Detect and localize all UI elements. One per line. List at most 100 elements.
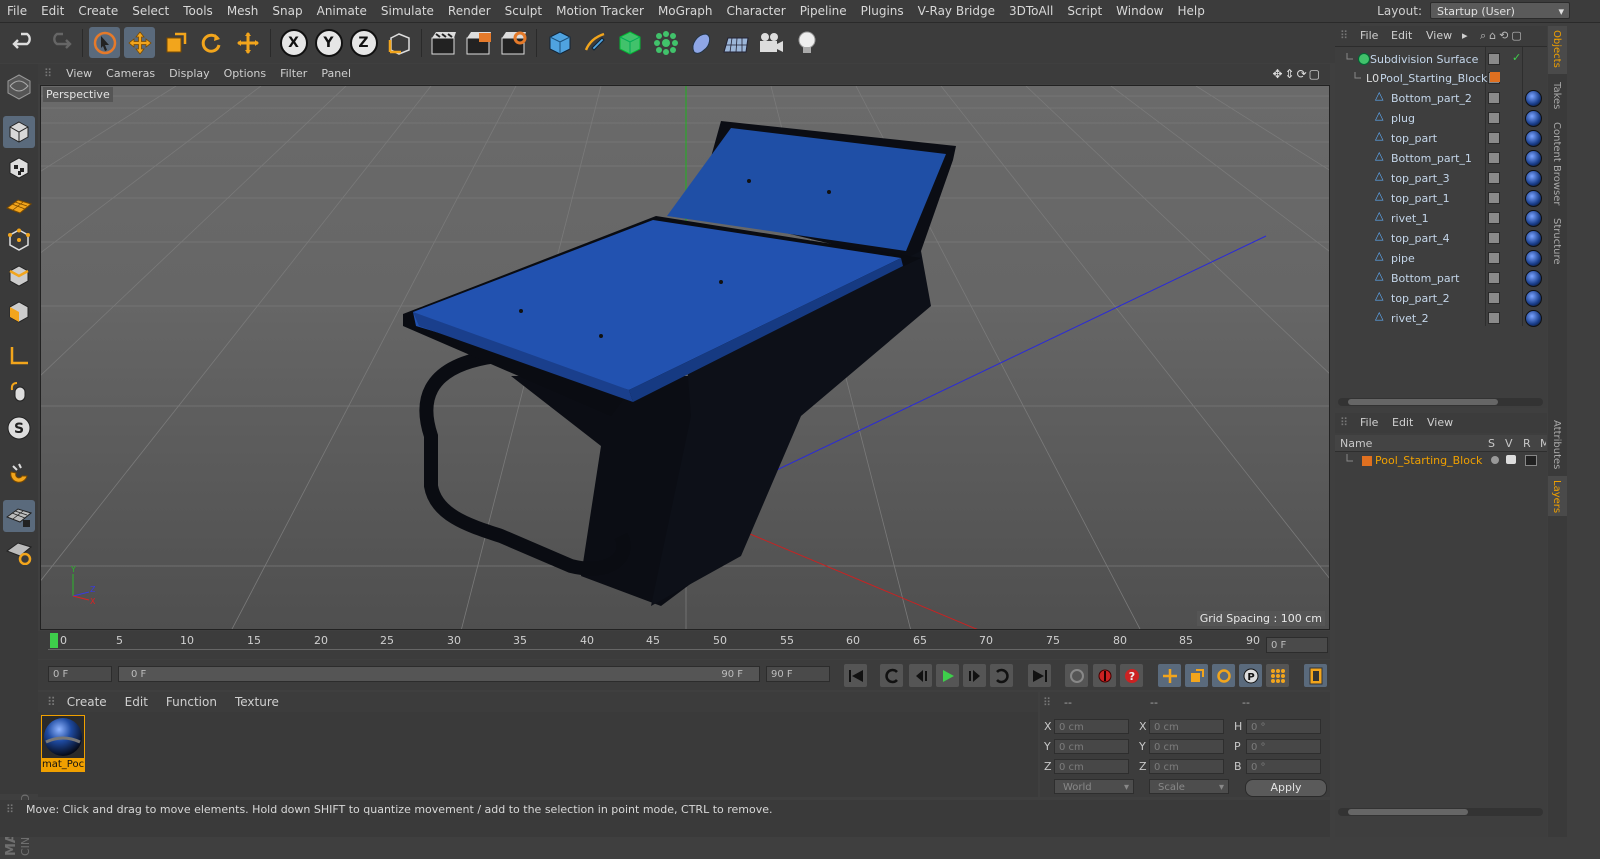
polygons-mode-icon[interactable]	[3, 296, 35, 328]
object-row-pool-starting-block[interactable]: L0 Pool_Starting_Block	[1335, 68, 1547, 88]
objects-menu-edit[interactable]: Edit	[1391, 26, 1412, 46]
side-tab-attributes[interactable]: Attributes	[1548, 416, 1567, 472]
redo-icon[interactable]	[44, 27, 75, 58]
object-row[interactable]: △ plug	[1335, 108, 1547, 128]
material-tag-icon[interactable]	[1525, 130, 1542, 147]
3d-viewport[interactable]: Y Z X Perspective Grid Spacing : 100 cm	[40, 85, 1330, 630]
key-parameter-icon[interactable]: P	[1239, 664, 1262, 687]
locked-workplane-icon[interactable]	[3, 536, 35, 568]
material-menu-texture[interactable]: Texture	[226, 692, 288, 712]
scrollbar-thumb[interactable]	[1348, 809, 1468, 815]
go-to-start-icon[interactable]	[844, 664, 867, 687]
viewport-menu-display[interactable]: Display	[162, 64, 217, 84]
material-tag-icon[interactable]	[1525, 230, 1542, 247]
playhead-marker[interactable]	[50, 633, 58, 648]
layout-select[interactable]: Startup (User) ▾	[1430, 2, 1570, 19]
material-tag-icon[interactable]	[1525, 290, 1542, 307]
object-row[interactable]: △ Bottom_part_1	[1335, 148, 1547, 168]
viewport-menu-options[interactable]: Options	[217, 64, 273, 84]
model-mode-icon[interactable]	[3, 116, 35, 148]
enabled-checkmark-icon[interactable]: ✓	[1512, 51, 1521, 64]
solo-icon[interactable]: S	[3, 412, 35, 444]
layer-row[interactable]: Pool_Starting_Block	[1335, 452, 1547, 469]
size-mode-select[interactable]: Scale ▾	[1149, 779, 1229, 794]
visibility-eye-icon[interactable]	[1506, 455, 1516, 464]
material-menu-function[interactable]: Function	[157, 692, 226, 712]
visibility-toggle[interactable]	[1488, 232, 1500, 244]
menu-render[interactable]: Render	[441, 0, 498, 22]
side-tab-content-browser[interactable]: Content Browser	[1548, 118, 1567, 208]
menu-vray-bridge[interactable]: V-Ray Bridge	[911, 0, 1002, 22]
visibility-toggle[interactable]	[1488, 292, 1500, 304]
material-tag-icon[interactable]	[1525, 110, 1542, 127]
side-tab-layers[interactable]: Layers	[1548, 476, 1567, 516]
object-row[interactable]: △ top_part_1	[1335, 188, 1547, 208]
material-tag-icon[interactable]	[1525, 310, 1542, 327]
size-x-field[interactable]: 0 cm	[1149, 719, 1224, 734]
enable-axis-icon[interactable]	[3, 500, 35, 532]
previous-key-icon[interactable]	[880, 664, 903, 687]
visibility-toggle[interactable]	[1488, 272, 1500, 284]
scrollbar-thumb[interactable]	[1348, 399, 1498, 405]
rotation-p-field[interactable]: 0 °	[1246, 739, 1321, 754]
position-x-field[interactable]: 0 cm	[1054, 719, 1129, 734]
previous-frame-icon[interactable]	[909, 664, 932, 687]
y-axis-icon[interactable]: Y	[313, 27, 344, 58]
render-toggle-icon[interactable]	[1525, 455, 1537, 466]
key-position-icon[interactable]	[1158, 664, 1181, 687]
menu-snap[interactable]: Snap	[265, 0, 309, 22]
timeline-window-icon[interactable]	[1304, 664, 1327, 687]
position-y-field[interactable]: 0 cm	[1054, 739, 1129, 754]
z-axis-icon[interactable]: Z	[348, 27, 379, 58]
x-axis-icon[interactable]: X	[278, 27, 309, 58]
key-scale-icon[interactable]	[1185, 664, 1208, 687]
camera-icon[interactable]	[755, 27, 786, 58]
menu-select[interactable]: Select	[125, 0, 176, 22]
render-settings-icon[interactable]	[498, 27, 529, 58]
points-mode-icon[interactable]	[3, 224, 35, 256]
object-row[interactable]: △ top_part	[1335, 128, 1547, 148]
start-frame-field[interactable]: 0 F	[48, 666, 112, 682]
menu-animate[interactable]: Animate	[310, 0, 374, 22]
texture-mode-icon[interactable]	[3, 152, 35, 184]
menu-sculpt[interactable]: Sculpt	[498, 0, 549, 22]
world-coordinates-icon[interactable]	[384, 27, 415, 58]
visibility-toggle[interactable]	[1488, 53, 1500, 65]
material-menu-create[interactable]: Create	[58, 692, 116, 712]
end-frame-field[interactable]: 90 F	[766, 666, 830, 682]
record-disabled-icon[interactable]	[1065, 664, 1088, 687]
menu-edit[interactable]: Edit	[34, 0, 71, 22]
rotate-icon[interactable]	[195, 27, 226, 58]
size-z-field[interactable]: 0 cm	[1149, 759, 1224, 774]
layer-color-swatch[interactable]	[1362, 456, 1372, 466]
menu-simulate[interactable]: Simulate	[374, 0, 441, 22]
visibility-toggle[interactable]	[1488, 212, 1500, 224]
objects-horizontal-scrollbar[interactable]	[1338, 398, 1543, 406]
last-tool-icon[interactable]	[232, 27, 263, 58]
material-tag-icon[interactable]	[1525, 250, 1542, 267]
menu-file[interactable]: File	[0, 0, 34, 22]
objects-menu-file[interactable]: File	[1360, 26, 1378, 46]
visibility-toggle[interactable]	[1488, 312, 1500, 324]
visibility-toggle[interactable]	[1488, 112, 1500, 124]
key-pla-icon[interactable]	[1266, 664, 1289, 687]
layers-menu-edit[interactable]: Edit	[1392, 413, 1413, 433]
menu-help[interactable]: Help	[1170, 0, 1211, 22]
viewport-navigation-icons[interactable]: ✥⇕⟳▢	[1272, 67, 1322, 81]
material-swatch[interactable]: mat_Poc	[41, 715, 85, 772]
layers-horizontal-scrollbar[interactable]	[1338, 808, 1543, 816]
menu-motion-tracker[interactable]: Motion Tracker	[549, 0, 651, 22]
side-tab-takes[interactable]: Takes	[1548, 78, 1567, 114]
visibility-toggle[interactable]	[1488, 92, 1500, 104]
material-tag-icon[interactable]	[1525, 190, 1542, 207]
visibility-toggle[interactable]	[1488, 152, 1500, 164]
frame-range-slider[interactable]: 0 F 90 F	[118, 666, 760, 682]
next-frame-icon[interactable]	[963, 664, 986, 687]
render-picture-viewer-icon[interactable]	[463, 27, 494, 58]
record-active-icon[interactable]	[1093, 664, 1116, 687]
rotation-h-field[interactable]: 0 °	[1246, 719, 1321, 734]
scale-icon[interactable]	[160, 27, 191, 58]
menu-pipeline[interactable]: Pipeline	[793, 0, 854, 22]
rotation-b-field[interactable]: 0 °	[1246, 759, 1321, 774]
viewport-menu-panel[interactable]: Panel	[314, 64, 358, 84]
